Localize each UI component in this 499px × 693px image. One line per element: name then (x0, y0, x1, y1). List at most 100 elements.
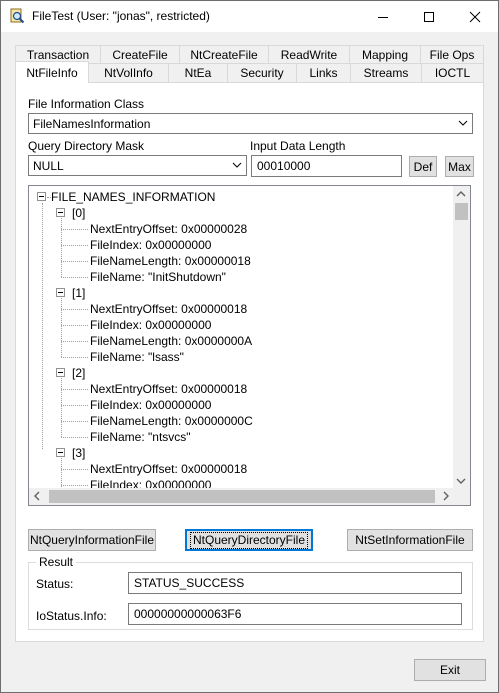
tree-field-node[interactable]: NextEntryOffset: 0x00000018 (90, 301, 247, 317)
query-mask-combobox[interactable]: NULL (28, 155, 247, 176)
tab-ntcreatefile[interactable]: NtCreateFile (179, 45, 269, 64)
file-info-class-combobox[interactable]: FileNamesInformation (28, 113, 473, 134)
client-area: Transaction CreateFile NtCreateFile Read… (1, 32, 498, 692)
max-button[interactable]: Max (445, 156, 474, 177)
nt-query-directory-file-button[interactable]: NtQueryDirectoryFile (185, 529, 313, 551)
tree-connector (61, 341, 88, 342)
iostatus-field[interactable]: 00000000000063F6 (128, 603, 462, 625)
tree-entry-node[interactable]: [3] (72, 445, 85, 461)
def-button[interactable]: Def (409, 156, 437, 177)
scroll-up-icon[interactable] (456, 190, 466, 198)
tree-root-node[interactable]: FILE_NAMES_INFORMATION (51, 189, 215, 205)
tab-streams[interactable]: Streams (350, 63, 422, 82)
close-icon (469, 11, 481, 22)
iostatus-label: IoStatus.Info: (36, 609, 107, 623)
tab-readwrite[interactable]: ReadWrite (268, 45, 350, 64)
collapse-toggle-icon[interactable] (56, 368, 65, 377)
tree-entry-node[interactable]: [0] (72, 205, 85, 221)
maximize-icon (424, 11, 434, 22)
tab-ntvolinfo[interactable]: NtVolInfo (88, 63, 169, 82)
tree-field-node[interactable]: NextEntryOffset: 0x00000018 (90, 461, 247, 477)
tree-connector (61, 298, 62, 357)
input-length-field[interactable]: 00010000 (251, 155, 402, 177)
tree-connector (61, 309, 88, 310)
input-length-label: Input Data Length (250, 139, 346, 153)
file-info-class-label: File Information Class (28, 97, 145, 111)
tree-field-node[interactable]: FileIndex: 0x00000000 (90, 397, 211, 413)
window-title: FileTest (User: "jonas", restricted) (32, 9, 210, 23)
tree-connector (61, 437, 88, 438)
horizontal-scrollbar[interactable] (29, 488, 454, 505)
tree-connector (61, 357, 88, 358)
tree-connector (61, 277, 88, 278)
tree-connector (42, 203, 43, 449)
tree-connector (61, 485, 88, 486)
tree-connector (61, 378, 62, 437)
tab-ioctl[interactable]: IOCTL (421, 63, 484, 82)
vertical-scroll-thumb[interactable] (455, 203, 468, 220)
tree-field-node[interactable]: FileNameLength: 0x0000000A (90, 333, 252, 349)
chevron-down-icon (232, 162, 242, 168)
result-group-title: Result (36, 555, 77, 569)
tree-field-node[interactable]: FileNameLength: 0x00000018 (90, 253, 251, 269)
tab-ntfileinfo[interactable]: NtFileInfo (15, 61, 89, 83)
ntfileinfo-panel: File Information Class FileNamesInformat… (15, 82, 484, 642)
collapse-toggle-icon[interactable] (37, 192, 46, 201)
title-bar[interactable]: FileTest (User: "jonas", restricted) (1, 1, 498, 32)
tree-connector (61, 218, 62, 277)
input-length-value: 00010000 (257, 159, 311, 173)
query-mask-label: Query Directory Mask (28, 139, 145, 153)
status-value: STATUS_SUCCESS (134, 576, 245, 590)
minimize-icon (378, 16, 388, 18)
close-button[interactable] (452, 1, 498, 32)
tab-mapping[interactable]: Mapping (349, 45, 421, 64)
main-window: FileTest (User: "jonas", restricted) Tra… (0, 0, 499, 693)
minimize-button[interactable] (360, 1, 406, 32)
tab-security[interactable]: Security (227, 63, 297, 82)
tree-field-node[interactable]: NextEntryOffset: 0x00000018 (90, 381, 247, 397)
tree-entry-node[interactable]: [2] (72, 365, 85, 381)
maximize-button[interactable] (406, 1, 452, 32)
file-info-class-value: FileNamesInformation (33, 116, 151, 131)
scroll-left-icon[interactable] (33, 491, 41, 501)
iostatus-value: 00000000000063F6 (134, 607, 242, 621)
collapse-toggle-icon[interactable] (56, 448, 65, 457)
tree-connector (61, 389, 88, 390)
tree-field-node[interactable]: NextEntryOffset: 0x00000028 (90, 221, 247, 237)
tree-field-node[interactable]: FileIndex: 0x00000000 (90, 237, 211, 253)
vertical-scrollbar[interactable] (453, 186, 470, 489)
tree-connector (61, 261, 88, 262)
scrollbar-corner (453, 488, 470, 505)
horizontal-scroll-thumb[interactable] (49, 490, 435, 503)
tab-ntea[interactable]: NtEa (168, 63, 228, 82)
scroll-right-icon[interactable] (442, 491, 450, 501)
tree-connector (61, 245, 88, 246)
tree-field-node[interactable]: FileName: "InitShutdown" (90, 269, 226, 285)
collapse-toggle-icon[interactable] (56, 208, 65, 217)
tree-viewport: FILE_NAMES_INFORMATION [0] NextEntryOffset… (29, 186, 454, 489)
scroll-down-icon[interactable] (456, 477, 466, 485)
collapse-toggle-icon[interactable] (56, 288, 65, 297)
nt-set-information-file-button[interactable]: NtSetInformationFile (347, 529, 473, 551)
magnifier-app-icon (9, 8, 25, 24)
exit-button[interactable]: Exit (414, 659, 486, 681)
tab-createfile[interactable]: CreateFile (100, 45, 180, 64)
tree-connector (61, 421, 88, 422)
tree-field-node[interactable]: FileName: "lsass" (90, 349, 184, 365)
tree-connector (61, 325, 88, 326)
result-tree-view[interactable]: FILE_NAMES_INFORMATION [0] NextEntryOffset… (28, 185, 471, 506)
tree-field-node[interactable]: FileName: "ntsvcs" (90, 429, 191, 445)
tree-connector (61, 469, 88, 470)
tree-connector (61, 405, 88, 406)
tree-entry-node[interactable]: [1] (72, 285, 85, 301)
nt-query-information-file-button[interactable]: NtQueryInformationFile (28, 529, 156, 551)
status-field[interactable]: STATUS_SUCCESS (128, 572, 462, 594)
tree-field-node[interactable]: FileIndex: 0x00000000 (90, 317, 211, 333)
tree-connector (61, 229, 88, 230)
nt-query-directory-file-label: NtQueryDirectoryFile (189, 531, 309, 549)
tab-file-ops[interactable]: File Ops (420, 45, 484, 64)
tab-links[interactable]: Links (296, 63, 351, 82)
chevron-down-icon (458, 120, 468, 126)
tree-field-node[interactable]: FileNameLength: 0x0000000C (90, 413, 253, 429)
tree-connector (61, 458, 62, 489)
